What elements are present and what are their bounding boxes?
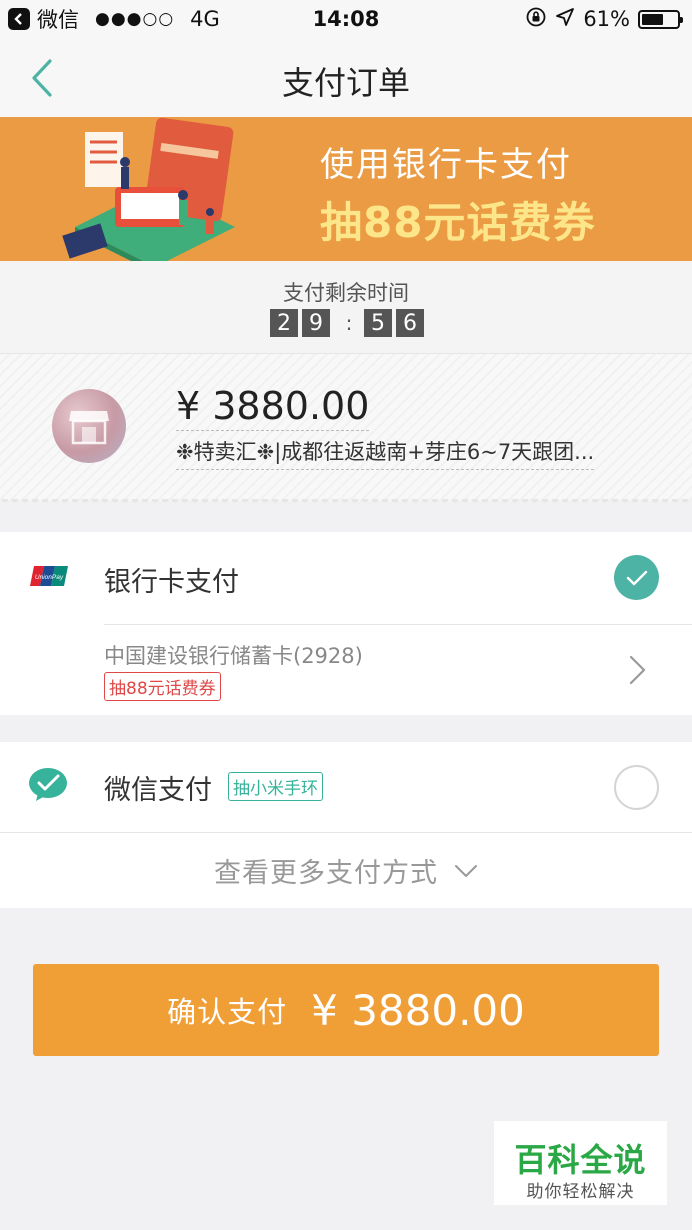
banner-line1: 使用银行卡支付 — [320, 145, 572, 185]
selected-check-icon[interactable] — [614, 555, 659, 600]
more-payment-label: 查看更多支付方式 — [214, 858, 438, 889]
countdown-digit: 6 — [396, 309, 424, 337]
countdown-digit: 9 — [302, 309, 330, 337]
bank-card-name: 中国建设银行储蓄卡(2928) — [104, 644, 363, 668]
status-network: 4G — [190, 7, 220, 31]
page-title: 支付订单 — [281, 64, 410, 102]
countdown-label: 支付剩余时间 — [283, 281, 409, 305]
signal-icon: ●●●○○ — [95, 9, 175, 29]
confirm-amount: ¥ 3880.00 — [311, 985, 525, 1035]
battery-icon — [638, 9, 683, 29]
countdown-separator: : — [345, 311, 353, 335]
confirm-payment-button[interactable]: 确认支付 ¥ 3880.00 — [33, 964, 659, 1056]
bank-payment-group: UnionPay 银行卡支付 中国建设银行储蓄卡(2928) 抽88元话费券 — [0, 532, 692, 715]
more-payment-methods[interactable]: 查看更多支付方式 — [0, 832, 692, 908]
unselected-radio-icon[interactable] — [614, 765, 659, 810]
countdown-digit: 2 — [270, 309, 298, 337]
wechat-pay-option[interactable]: 微信支付 抽小米手环 — [0, 742, 692, 832]
countdown-digit: 5 — [364, 309, 392, 337]
order-card: ¥ 3880.00 ❉特卖汇❉|成都往返越南+芽庄6~7天跟团... — [0, 353, 692, 505]
bank-promo-badge: 抽88元话费券 — [104, 672, 221, 701]
countdown-timer: 2 9 : 5 6 — [270, 309, 428, 337]
battery-level — [642, 13, 663, 25]
confirm-label: 确认支付 — [167, 995, 288, 1029]
chevron-down-icon — [455, 864, 477, 877]
svg-text:UnionPay: UnionPay — [35, 574, 64, 581]
shop-avatar — [52, 389, 126, 463]
watermark-logo: 百科全说 助你轻松解决 — [494, 1121, 667, 1205]
chevron-right-icon — [629, 655, 646, 685]
status-bar: 微信 ●●●○○ 4G 14:08 61% — [0, 0, 692, 38]
watermark-subtitle: 助你轻松解决 — [526, 1182, 635, 1202]
unionpay-icon: UnionPay — [30, 566, 68, 586]
banner-line2: 抽88元话费券 — [320, 198, 596, 247]
order-amount: ¥ 3880.00 — [176, 384, 370, 431]
wechat-pay-label: 微信支付 — [104, 775, 212, 806]
promo-banner[interactable]: 使用银行卡支付 抽88元话费券 — [0, 117, 692, 261]
storefront-icon — [69, 411, 109, 445]
back-to-app-icon[interactable] — [8, 8, 30, 30]
countdown-section: 支付剩余时间 2 9 : 5 6 — [0, 261, 692, 353]
battery-percent: 61% — [583, 7, 630, 31]
wechat-payment-group: 微信支付 抽小米手环 查看更多支付方式 — [0, 742, 692, 908]
bank-card-selector[interactable]: 中国建设银行储蓄卡(2928) 抽88元话费券 — [0, 624, 692, 714]
watermark-title: 百科全说 — [514, 1141, 647, 1179]
nav-bar: 支付订单 — [0, 38, 692, 117]
bank-card-label: 银行卡支付 — [104, 567, 239, 598]
rotation-lock-icon — [525, 6, 547, 33]
wechat-pay-icon — [29, 768, 67, 801]
wechat-promo-badge: 抽小米手环 — [228, 772, 323, 801]
status-right: 61% — [525, 0, 683, 38]
bank-card-option[interactable]: UnionPay 银行卡支付 — [0, 532, 692, 624]
status-carrier: 微信 — [37, 8, 79, 32]
shopping-illustration-icon — [62, 117, 235, 261]
location-icon — [555, 7, 575, 32]
order-description: ❉特卖汇❉|成都往返越南+芽庄6~7天跟团... — [176, 436, 595, 470]
